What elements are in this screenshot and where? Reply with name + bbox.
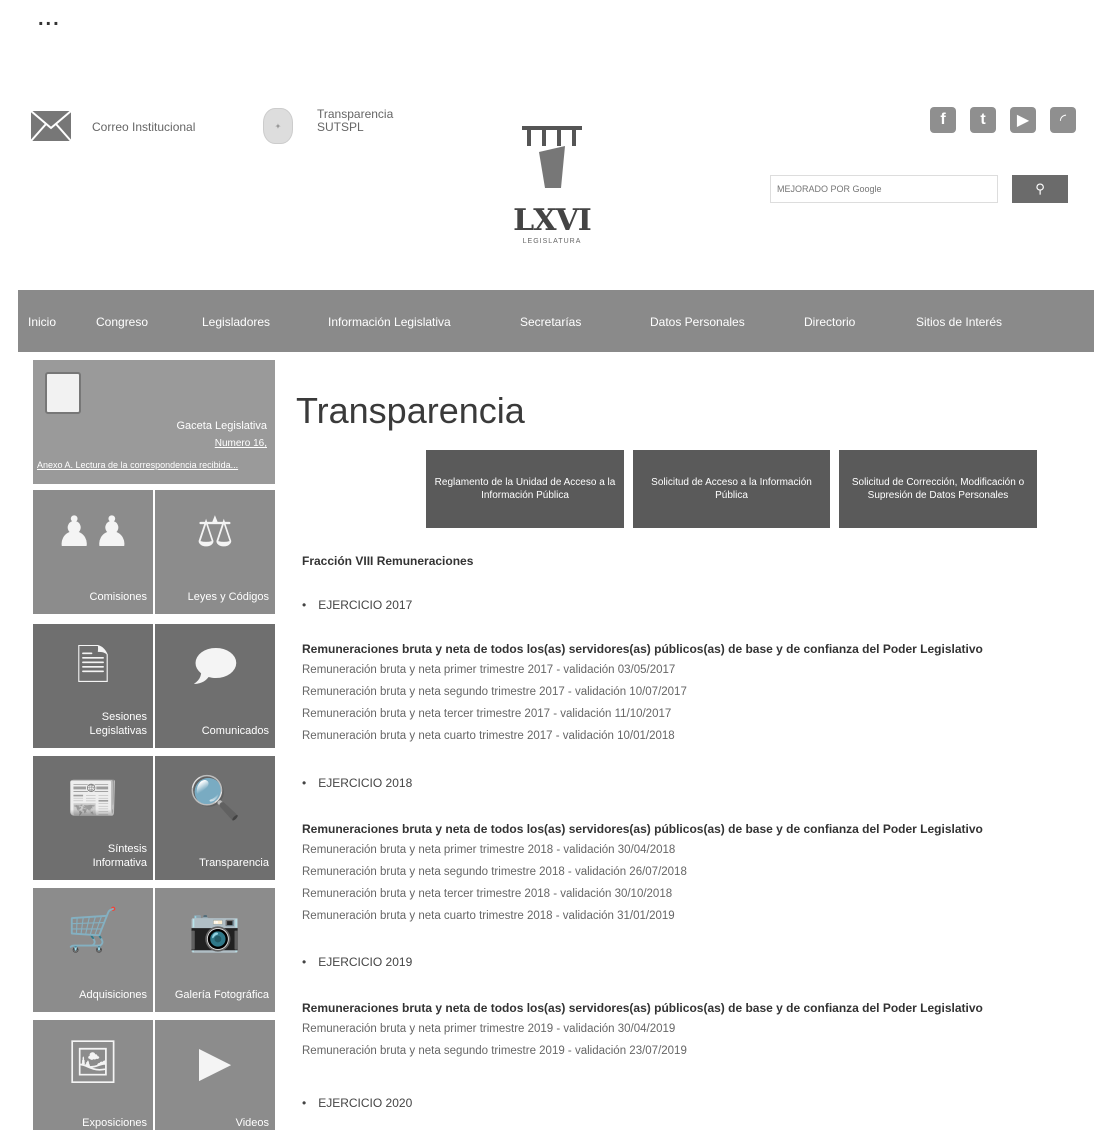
newspaper-icon: 📰 (66, 774, 120, 821)
speech-icon: 🗩 (191, 642, 239, 689)
tile-label: Comunicados (201, 725, 269, 737)
twitter-icon[interactable]: t (970, 107, 996, 133)
magnifier-doc-icon: 🔍 (188, 774, 242, 821)
tile-comunicados[interactable]: 🗩 Comunicados (155, 624, 275, 748)
search-icon: ⚲ (1035, 181, 1045, 196)
link-2019-q2[interactable]: Remuneración bruta y neta segundo trimes… (302, 1045, 687, 1057)
year-2020-bullet: EJERCICIO 2020 (302, 1096, 412, 1110)
link-2017-q3[interactable]: Remuneración bruta y neta tercer trimest… (302, 708, 671, 720)
reglamento-button[interactable]: Reglamento de la Unidad de Acceso a la I… (426, 450, 624, 528)
building-icon (522, 126, 582, 188)
tile-label: Exposiciones (82, 1117, 147, 1129)
documents-icon: 🗎 (76, 642, 110, 689)
search-input[interactable] (770, 175, 998, 203)
cart-icon: 🛒 (66, 906, 120, 953)
link-2019-q1[interactable]: Remuneración bruta y neta primer trimest… (302, 1023, 675, 1035)
tile-label: Comisiones (89, 591, 147, 603)
year-2019-bullet: EJERCICIO 2019 (302, 955, 412, 969)
page-title: Transparencia (296, 390, 525, 431)
link-2018-q2[interactable]: Remuneración bruta y neta segundo trimes… (302, 866, 687, 878)
link-2017-q2[interactable]: Remuneración bruta y neta segundo trimes… (302, 686, 687, 698)
tile-leyes[interactable]: ⚖ Leyes y Códigos (155, 490, 275, 614)
tile-label: Síntesis Informativa (92, 843, 147, 869)
transparencia-sutspl-link[interactable]: ✦ Transparencia SUTSPL (263, 108, 393, 144)
nav-informacion-legislativa[interactable]: Información Legislativa (328, 315, 451, 329)
year-2018-bullet: EJERCICIO 2018 (302, 776, 412, 790)
nav-congreso[interactable]: Congreso (96, 315, 148, 329)
seal-icon: ✦ (263, 108, 293, 144)
tile-label: Sesiones Legislativas (89, 711, 147, 737)
nav-sitios-de-interes[interactable]: Sitios de Interés (916, 315, 1002, 329)
nav-legisladores[interactable]: Legisladores (202, 315, 270, 329)
group-2017-heading: Remuneraciones bruta y neta de todos los… (302, 642, 983, 656)
nav-datos-personales[interactable]: Datos Personales (650, 315, 745, 329)
link-2018-q3[interactable]: Remuneración bruta y neta tercer trimest… (302, 888, 672, 900)
solicitud-correccion-button[interactable]: Solicitud de Corrección, Modificación o … (839, 450, 1037, 528)
tile-galeria[interactable]: 📷 Galería Fotográfica (155, 888, 275, 1012)
play-icon: ▶ (198, 1038, 232, 1085)
social-links: f t ▶ ◜ (930, 107, 1076, 133)
gaceta-number-link[interactable]: Numero 16, (215, 438, 267, 449)
tile-sesiones[interactable]: 🗎 Sesiones Legislativas (33, 624, 153, 748)
year-2017-bullet: EJERCICIO 2017 (302, 598, 412, 612)
main-nav: Inicio Congreso Legisladores Información… (18, 290, 1094, 352)
tile-adquisiciones[interactable]: 🛒 Adquisiciones (33, 888, 153, 1012)
group-2018-heading: Remuneraciones bruta y neta de todos los… (302, 822, 983, 836)
group-2019-heading: Remuneraciones bruta y neta de todos los… (302, 1001, 983, 1015)
link-2018-q1[interactable]: Remuneración bruta y neta primer trimest… (302, 844, 675, 856)
camera-icon: 📷 (188, 906, 242, 953)
youtube-icon[interactable]: ▶ (1010, 107, 1036, 133)
easel-icon: 🖼 (66, 1038, 120, 1085)
logo-text: LXVI (513, 203, 592, 238)
link-2017-q4[interactable]: Remuneración bruta y neta cuarto trimest… (302, 730, 675, 742)
search-bar: ⚲ (770, 175, 1070, 203)
envelope-icon (30, 110, 72, 142)
tile-label: Adquisiciones (79, 989, 147, 1001)
site-logo[interactable]: LXVI LEGISLATURA (512, 122, 592, 262)
nav-inicio[interactable]: Inicio (28, 315, 56, 329)
gaceta-annex-link[interactable]: Anexo A. Lectura de la correspondencia r… (37, 460, 238, 470)
search-button[interactable]: ⚲ (1012, 175, 1068, 203)
section-heading: Fracción VIII Remuneraciones (302, 554, 474, 568)
gaceta-card[interactable]: Gaceta Legislativa Numero 16, Anexo A. L… (33, 360, 275, 484)
people-icon: ♟♟ (55, 508, 131, 555)
nav-secretarias[interactable]: Secretarías (520, 315, 581, 329)
solicitud-acceso-button[interactable]: Solicitud de Acceso a la Información Púb… (633, 450, 830, 528)
tile-label: Videos (235, 1117, 269, 1129)
facebook-icon[interactable]: f (930, 107, 956, 133)
tile-exposiciones[interactable]: 🖼 Exposiciones (33, 1020, 153, 1130)
gazette-book-icon (45, 372, 81, 414)
rss-icon[interactable]: ◜ (1050, 107, 1076, 133)
logo-subtext: LEGISLATURA (522, 238, 582, 245)
scales-icon: ⚖ (196, 508, 234, 555)
tile-label: Galería Fotográfica (174, 989, 269, 1001)
tile-transparencia[interactable]: 🔍 Transparencia (155, 756, 275, 880)
transparencia-line2: SUTSPL (317, 120, 364, 134)
tile-videos[interactable]: ▶ Videos (155, 1020, 275, 1130)
link-2017-q1[interactable]: Remuneración bruta y neta primer trimest… (302, 664, 675, 676)
mail-link[interactable]: Correo Institucional (30, 110, 195, 142)
tile-label: Transparencia (199, 857, 269, 869)
tile-label: Leyes y Códigos (187, 591, 269, 603)
overflow-menu-icon[interactable]: ... (38, 8, 61, 31)
mail-label: Correo Institucional (92, 120, 196, 134)
tile-sintesis[interactable]: 📰 Síntesis Informativa (33, 756, 153, 880)
link-2018-q4[interactable]: Remuneración bruta y neta cuarto trimest… (302, 910, 675, 922)
nav-directorio[interactable]: Directorio (804, 315, 855, 329)
gaceta-title: Gaceta Legislativa (176, 420, 268, 432)
tile-comisiones[interactable]: ♟♟ Comisiones (33, 490, 153, 614)
